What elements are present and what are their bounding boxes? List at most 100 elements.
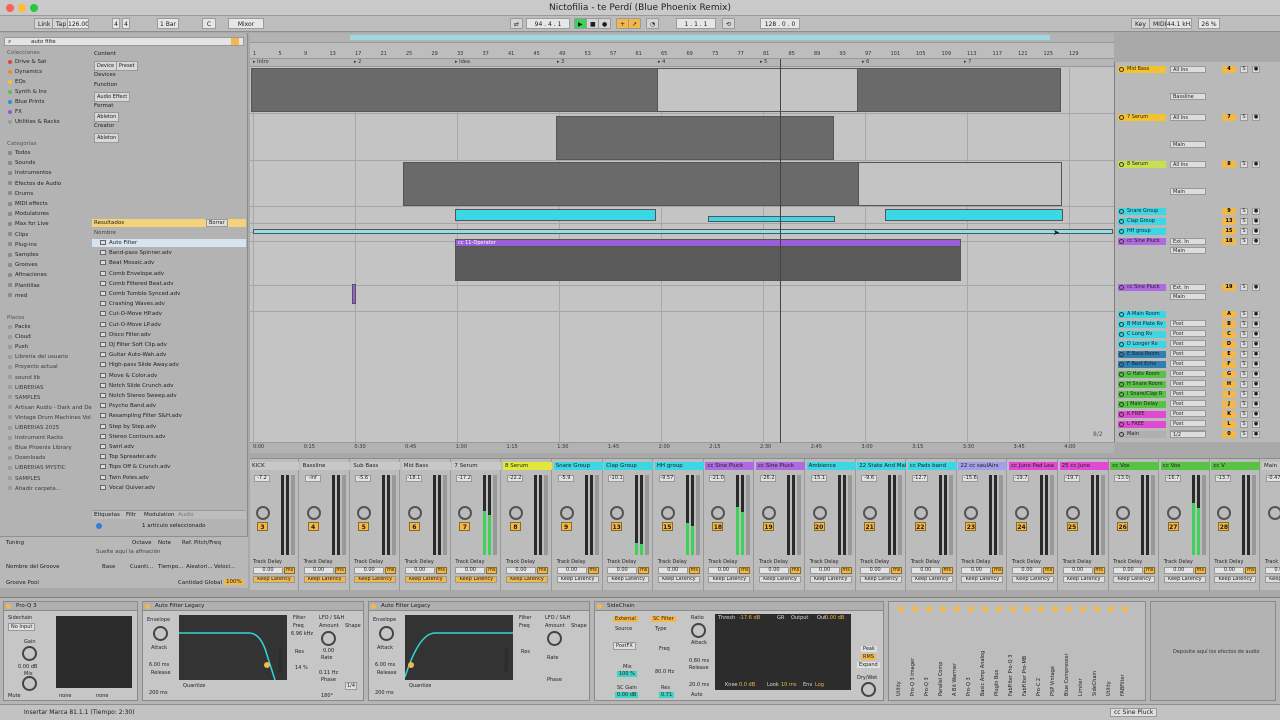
mixer-channel-strip[interactable]: KICK -7.2 3 Track Delay 0.00 ms Keep Latency [250, 459, 299, 591]
track-activator[interactable]: A [1222, 311, 1236, 318]
track-activator[interactable]: 7 [1222, 114, 1236, 121]
delay-unit-toggle[interactable]: ms [334, 567, 346, 574]
result-item[interactable]: DJ Filter Soft Clip.adv [100, 342, 167, 348]
result-item[interactable]: High-pass Slide Away.adv [100, 362, 179, 368]
channel-name[interactable]: 7 Serum [452, 462, 502, 470]
place-item[interactable]: Downloads [8, 455, 45, 461]
audio-clip[interactable] [251, 68, 1061, 112]
device-chain-list[interactable]: Utility Pro-Q 3 Imager Pro-Q 3 Parallel Com… [888, 601, 1146, 701]
track-name[interactable]: H Snare Room [1118, 381, 1166, 388]
arm-button[interactable]: ● [1252, 311, 1260, 318]
result-item[interactable]: Crashing Waves.adv [100, 301, 165, 307]
device-power-icon[interactable] [1010, 606, 1016, 612]
chain-device-slot[interactable]: PSP Vintage [1049, 606, 1061, 700]
track-header[interactable]: D Longer Rv Post D S ● [1116, 341, 1280, 357]
collection-item[interactable]: FX [8, 109, 22, 115]
place-item[interactable]: Proyecto actual [8, 364, 58, 370]
af1-amount-knob[interactable] [321, 631, 336, 646]
pan-knob[interactable] [913, 506, 928, 520]
record-icon[interactable]: ● [598, 18, 612, 29]
track-activator[interactable]: 8 [1222, 161, 1236, 168]
track-activator-button[interactable]: 13 [611, 522, 623, 531]
solo-button[interactable]: S [1240, 238, 1248, 245]
proq-none-left[interactable]: none [59, 693, 71, 699]
loop-icon[interactable]: ⟲ [722, 18, 736, 29]
channel-volume-value[interactable]: -26.2 [760, 475, 776, 482]
sc-auto-button[interactable]: Auto [691, 692, 703, 698]
place-item[interactable]: Blue Phoenix Library [8, 445, 72, 451]
collection-item[interactable]: Synth & Ins [8, 89, 47, 95]
track-delay-field[interactable]: 0.00 [657, 567, 688, 574]
place-item[interactable]: LIBRERIAS 2025 [8, 425, 59, 431]
arm-button[interactable]: ● [1252, 66, 1260, 73]
track-fold-icon[interactable] [1119, 209, 1124, 214]
empty-region[interactable] [657, 68, 858, 112]
mixer-channel-strip[interactable]: 25 cc Juno -19.7 25 Track Delay 0.00 ms Keep L… [1059, 459, 1109, 591]
pan-knob[interactable] [509, 506, 523, 520]
track-name[interactable]: I Snare/Clap R [1118, 391, 1166, 398]
channel-name[interactable]: HH group [654, 462, 704, 470]
arm-button[interactable]: ● [1252, 431, 1260, 438]
filter-format-label[interactable]: Format [94, 103, 113, 109]
hh-clip[interactable] [253, 229, 1113, 234]
arm-button[interactable]: ● [1252, 321, 1260, 328]
quantize-menu[interactable]: 1 Bar [157, 18, 179, 29]
delay-unit-toggle[interactable]: ms [638, 567, 650, 574]
channel-volume-value[interactable]: -12.7 [911, 475, 928, 482]
track-fold-icon[interactable] [1119, 372, 1124, 377]
track-header[interactable]: G Hats Room Post G S ● [1116, 371, 1280, 387]
delay-unit-toggle[interactable]: ms [537, 567, 548, 574]
channel-name[interactable]: cc Vox [1110, 462, 1160, 470]
tab-modulation[interactable]: Modulation [144, 512, 175, 518]
track-fold-icon[interactable] [1119, 229, 1124, 234]
solo-button[interactable]: S [1240, 66, 1248, 73]
track-name[interactable]: cc Sine Pluck [1118, 238, 1166, 245]
pan-knob[interactable] [711, 506, 726, 520]
track-activator-button[interactable]: 8 [510, 522, 521, 531]
keep-latency-button[interactable]: Keep Latency [1012, 576, 1054, 583]
midi-clip-header[interactable]: cc 11-Operator [455, 239, 961, 247]
delay-unit-toggle[interactable]: ms [486, 567, 498, 574]
channel-volume-value[interactable]: -21.0 [709, 475, 726, 482]
arm-button[interactable]: ● [1252, 361, 1260, 368]
track-activator-button[interactable]: 27 [1167, 522, 1179, 531]
track-activator[interactable]: F [1222, 361, 1236, 368]
sc-rms-button[interactable]: RMS [861, 654, 876, 660]
solo-button[interactable]: S [1240, 431, 1248, 438]
sc-env-value[interactable]: Log [815, 682, 824, 688]
track-delay-field[interactable]: 0.00 [860, 567, 891, 574]
solo-button[interactable]: S [1240, 284, 1248, 291]
track-name[interactable]: K FREE [1118, 411, 1166, 418]
mixer-channel-strip[interactable]: 8 Serum -22.2 8 Track Delay 0.00 ms Keep Laten… [503, 459, 552, 591]
locator-marker[interactable]: ▸ Intro [253, 59, 269, 65]
solo-button[interactable]: S [1240, 401, 1248, 408]
device-power-icon[interactable] [996, 606, 1002, 612]
track-fold-icon[interactable] [1119, 362, 1124, 367]
solo-button[interactable]: S [1240, 311, 1248, 318]
track-activator[interactable]: C [1222, 331, 1236, 338]
pan-knob[interactable] [1268, 506, 1280, 520]
delay-unit-toggle[interactable]: ms [587, 567, 599, 574]
track-fold-icon[interactable] [1119, 412, 1124, 417]
collection-item[interactable]: EQs [8, 79, 26, 85]
mixer-channel-strip[interactable]: cc Sine Pluck -26.2 19 Track Delay 0.00 ms Kee… [756, 459, 805, 591]
audio-effects-drop-zone[interactable]: Deposite aquí los efectos de audio [1150, 601, 1276, 701]
sc-filter-toggle[interactable]: SC Filter [651, 616, 676, 622]
filter-creator-label[interactable]: Creator [94, 123, 115, 129]
collection-item[interactable]: Blue Prints [8, 99, 44, 105]
sc-res-value[interactable]: 0.71 [659, 692, 675, 698]
keep-latency-button[interactable]: Keep Latency [607, 576, 650, 583]
mixer-channel-strip[interactable]: Snare Group -5.9 9 Track Delay 0.00 ms Keep La… [553, 459, 603, 591]
result-item[interactable]: Cut-O-Move HP.adv [100, 311, 162, 317]
search-toggle-icon[interactable] [231, 38, 239, 45]
mixer-channel-strip[interactable]: Clap Group -10.1 13 Track Delay 0.00 ms Keep L… [604, 459, 654, 591]
af2-envelope-knob[interactable] [379, 626, 394, 641]
keep-latency-button[interactable]: Keep Latency [759, 576, 801, 583]
volume-fader[interactable] [442, 475, 447, 555]
channel-name[interactable]: Main [1262, 462, 1280, 470]
pan-knob[interactable] [1166, 506, 1181, 520]
chain-device-slot[interactable]: PlugIn Bus [993, 606, 1005, 700]
channel-volume-value[interactable]: -9.57 [658, 475, 675, 482]
channel-volume-value[interactable]: -5.6 [355, 475, 372, 482]
channel-volume-value[interactable]: -inf [304, 475, 321, 482]
